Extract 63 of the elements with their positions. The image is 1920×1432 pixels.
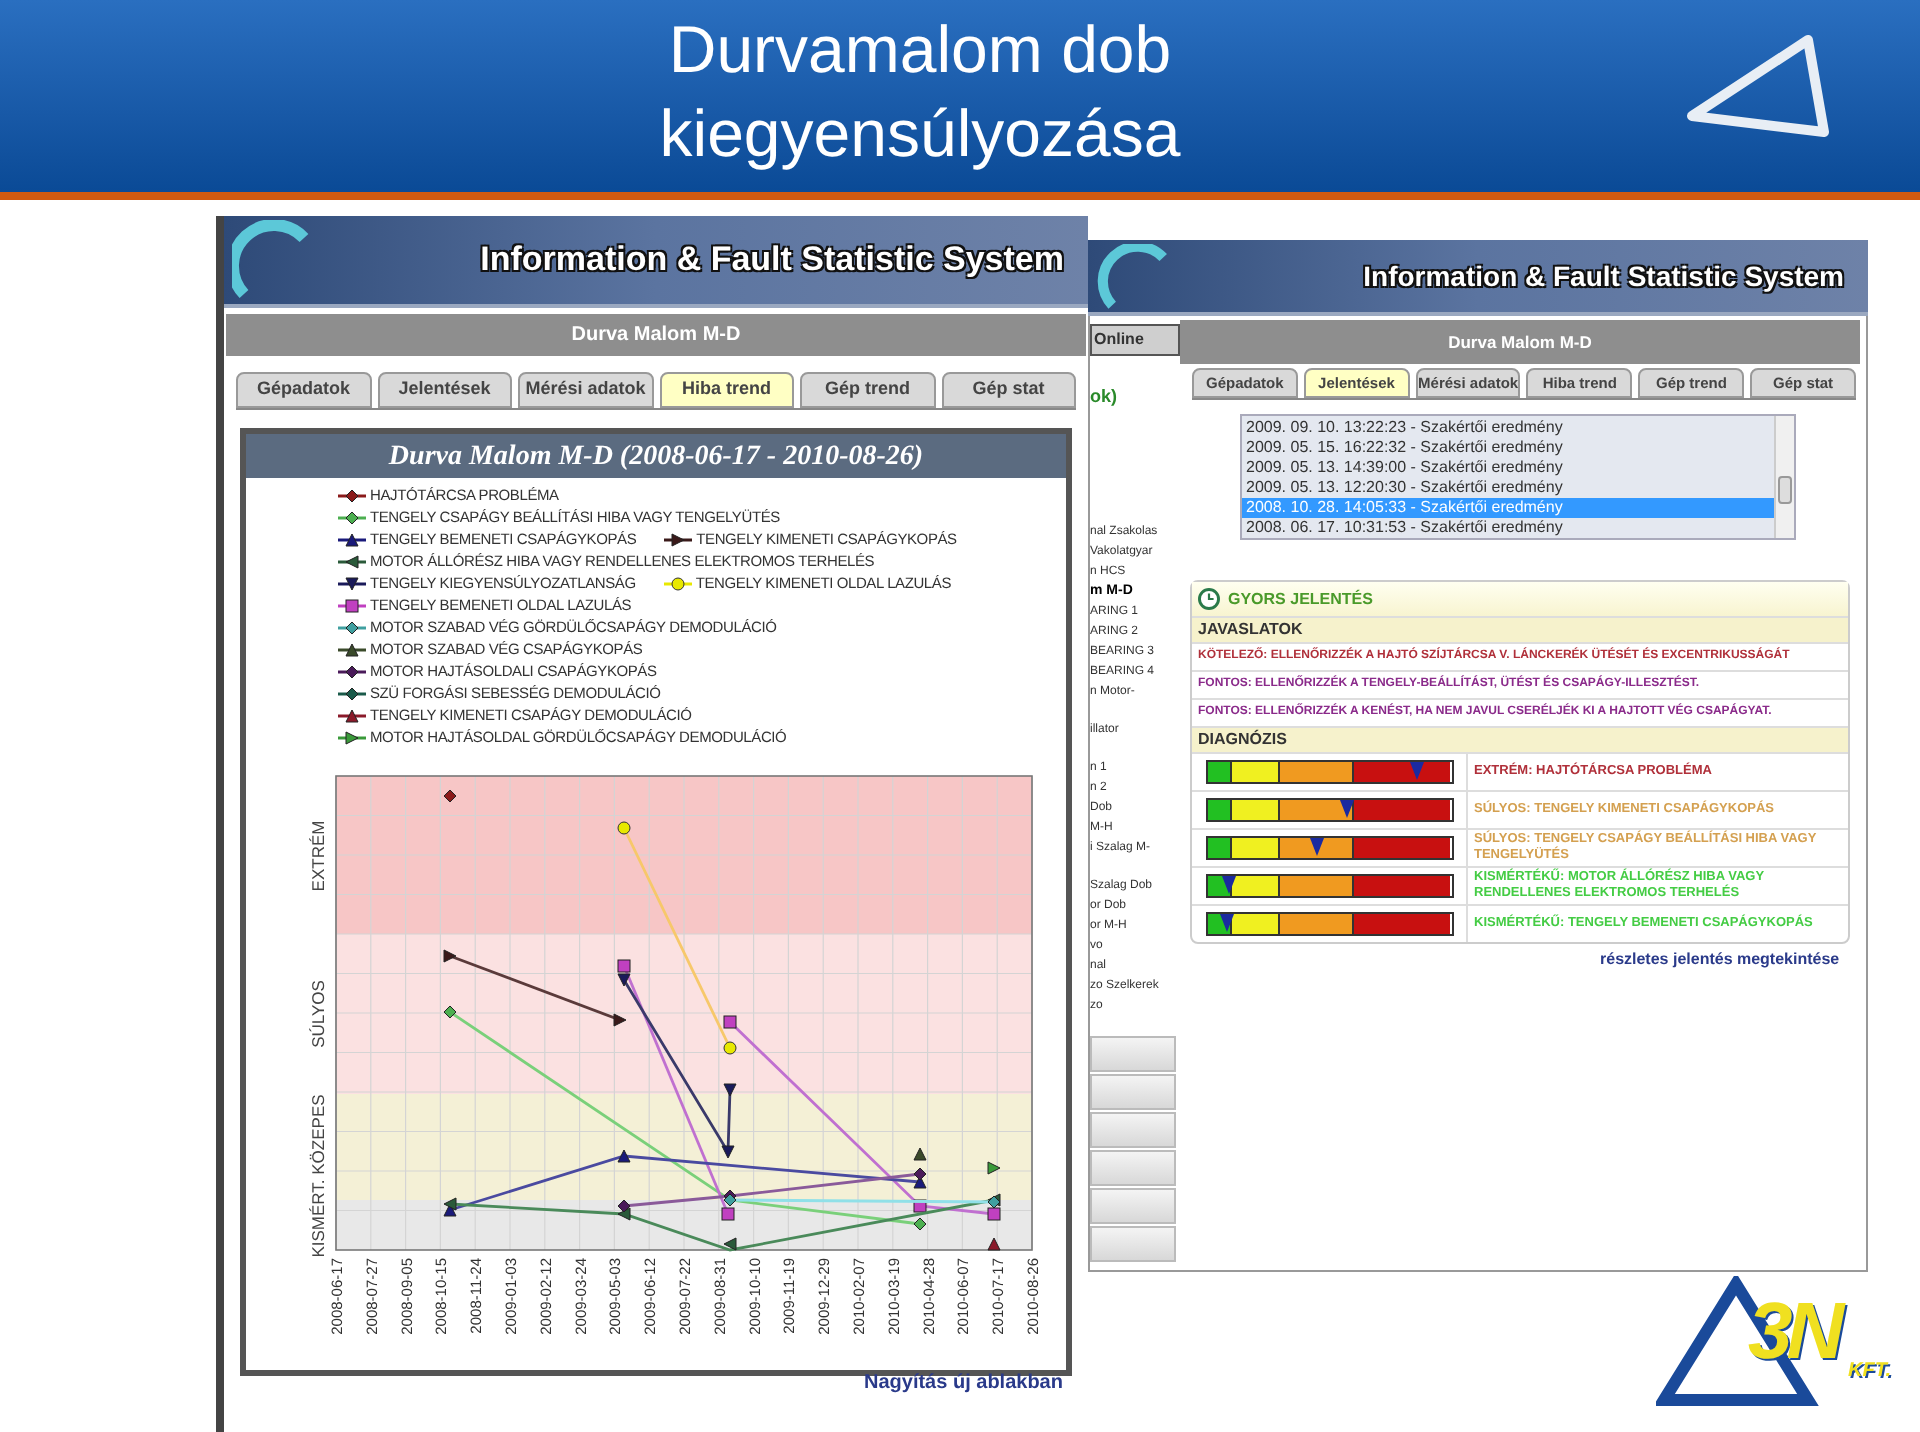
slide-title: kiegyensúlyozása: [659, 94, 1181, 174]
report-item[interactable]: 2009. 05. 13. 14:39:00 - Szakértői eredmény: [1242, 458, 1774, 478]
gauge-segment: [1353, 914, 1451, 934]
machine-title-bar: Durva Malom M-D: [226, 314, 1086, 356]
chart-title: Durva Malom M-D (2008-06-17 - 2010-08-26): [246, 434, 1066, 478]
tab[interactable]: Jelentések: [377, 372, 512, 408]
gauge-segment: [1353, 762, 1451, 782]
gauge-segment: [1353, 838, 1451, 858]
section-heading: DIAGNÓZIS: [1192, 726, 1848, 752]
section-heading: JAVASLATOK: [1192, 616, 1848, 642]
details-link[interactable]: részletes jelentés megtekintése: [1600, 948, 1840, 972]
tab[interactable]: Gép stat: [941, 372, 1076, 408]
report-item[interactable]: 2008. 06. 17. 10:31:53 - Szakértői eredmény: [1242, 518, 1774, 538]
ring-logo-icon: [232, 220, 312, 304]
report-item[interactable]: 2009. 05. 15. 16:22:32 - Szakértői eredmény: [1242, 438, 1774, 458]
legend-marker-icon: [338, 532, 366, 548]
legend-marker-icon: [664, 532, 693, 548]
legend-marker-icon: [338, 686, 366, 702]
app-title: Information & Fault Statistic System: [480, 238, 1064, 283]
legend-marker-icon: [338, 664, 366, 680]
gauge-segment: [1353, 876, 1451, 896]
tab[interactable]: Gépadatok: [236, 372, 371, 408]
app-title: Information & Fault Statistic System: [1363, 257, 1844, 296]
report-listbox[interactable]: [1240, 414, 1796, 540]
card-title: GYORS JELENTÉS: [1228, 587, 1373, 611]
legend-marker-icon: [338, 642, 366, 658]
status-text: ok): [1090, 384, 1119, 410]
legend-marker-icon: [338, 488, 366, 504]
report-item[interactable]: 2009. 05. 13. 12:20:30 - Szakértői eredmény: [1242, 478, 1774, 498]
legend-marker-icon: [338, 598, 366, 614]
band-label: SÚLYOS: [308, 980, 328, 1048]
gauge-segment: [1353, 800, 1451, 820]
menu-button[interactable]: [1090, 1150, 1176, 1186]
band-label: EXTRÉM: [308, 820, 328, 892]
machine-title-bar: Durva Malom M-D: [1180, 320, 1860, 364]
data-point: [443, 789, 457, 803]
tab[interactable]: Gép trend: [800, 372, 935, 408]
data-point: [987, 1237, 1001, 1251]
band-label: KISMÉRT. KÖZEPES: [308, 1094, 328, 1258]
report-item[interactable]: 2009. 09. 10. 13:22:23 - Szakértői eredmény: [1242, 418, 1774, 438]
menu-button[interactable]: [1090, 1036, 1176, 1072]
scrollbar-thumb[interactable]: [1778, 476, 1792, 504]
tab[interactable]: Mérési adatok: [518, 372, 653, 408]
legend-marker-icon: [338, 620, 366, 636]
menu-button[interactable]: [1090, 1226, 1176, 1262]
legend-marker-icon: [338, 730, 366, 746]
menu-button[interactable]: [1090, 1188, 1176, 1224]
legend-marker-icon: [338, 576, 366, 592]
legend-marker-icon: [338, 510, 366, 526]
data-point: [987, 1161, 1001, 1175]
data-point: [913, 1147, 927, 1161]
online-button[interactable]: Online: [1090, 324, 1180, 356]
legend-marker-icon: [663, 576, 692, 592]
menu-button[interactable]: [1090, 1112, 1176, 1148]
logo-suffix: KFT.: [1848, 1358, 1891, 1386]
scrollbar[interactable]: [1774, 416, 1794, 538]
legend-marker-icon: [338, 554, 366, 570]
clock-icon: [1198, 588, 1220, 610]
menu-button[interactable]: [1090, 1074, 1176, 1110]
legend-marker-icon: [338, 708, 366, 724]
zoom-link[interactable]: Nagyítás új ablakban: [864, 1368, 1063, 1398]
tab[interactable]: Hiba trend: [659, 372, 794, 408]
slide-title: Durvamalom dob: [668, 10, 1172, 90]
